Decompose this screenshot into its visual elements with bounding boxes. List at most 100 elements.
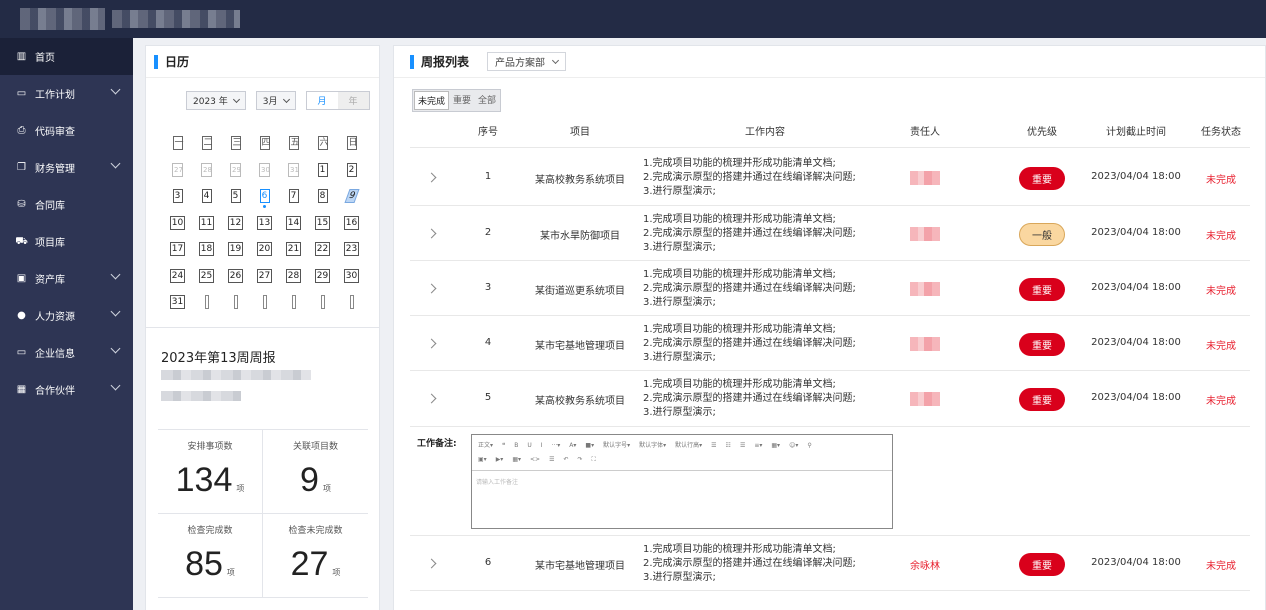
calendar-day[interactable]: [250, 289, 279, 316]
editor-tool-button[interactable]: ⛶: [592, 456, 596, 463]
editor-tool-button[interactable]: 默认字号▾: [603, 442, 630, 449]
calendar-day[interactable]: 6: [250, 183, 279, 210]
table-row[interactable]: 5 某高校教务系统项目 1.完成项目功能的梳理并形成功能清单文档; 2.完成演示原型的…: [410, 371, 1250, 427]
sidebar-item-8[interactable]: ▭ 企业信息: [0, 334, 133, 371]
calendar-day[interactable]: 22: [308, 236, 337, 263]
calendar-day[interactable]: 26: [221, 263, 250, 290]
day-label: 21: [285, 242, 302, 257]
calendar-day[interactable]: [279, 289, 308, 316]
calendar-day[interactable]: 15: [308, 210, 337, 237]
calendar-day[interactable]: 16: [337, 210, 366, 237]
calendar-day[interactable]: 28: [192, 157, 221, 184]
calendar-day[interactable]: 2: [337, 157, 366, 184]
view-month-button[interactable]: 月: [307, 92, 338, 109]
calendar-day[interactable]: 29: [308, 263, 337, 290]
calendar-day[interactable]: 7: [279, 183, 308, 210]
month-select[interactable]: 3月: [255, 91, 296, 110]
year-select[interactable]: 2023 年: [186, 91, 246, 110]
editor-tool-button[interactable]: ☰: [711, 442, 716, 449]
calendar-day[interactable]: 11: [192, 210, 221, 237]
calendar-day[interactable]: [308, 289, 337, 316]
editor-tool-button[interactable]: A▾: [569, 442, 576, 449]
calendar-day[interactable]: 30: [250, 157, 279, 184]
editor-tool-button[interactable]: ↶: [563, 456, 568, 463]
calendar-day[interactable]: 3: [163, 183, 192, 210]
sidebar-item-9[interactable]: ▦ 合作伙伴: [0, 371, 133, 408]
editor-tool-button[interactable]: ☰: [549, 456, 554, 463]
calendar-day[interactable]: 12: [221, 210, 250, 237]
calendar-day[interactable]: 9: [337, 183, 366, 210]
calendar-day[interactable]: 1: [308, 157, 337, 184]
editor-tool-button[interactable]: ⚲: [807, 442, 811, 449]
editor-tool-button[interactable]: ↷: [578, 456, 583, 463]
calendar-day[interactable]: [337, 289, 366, 316]
editor-tool-button[interactable]: 正文▾: [478, 442, 493, 449]
editor-tool-button[interactable]: ❝: [502, 442, 505, 449]
editor-tool-button[interactable]: ▦▾: [512, 456, 521, 463]
calendar-day[interactable]: 20: [250, 236, 279, 263]
filter-tab[interactable]: 未完成: [414, 91, 450, 110]
sidebar-item-5[interactable]: ⛟ 项目库: [0, 223, 133, 260]
calendar-day[interactable]: 24: [163, 263, 192, 290]
chevron-right-icon[interactable]: [426, 228, 437, 238]
sidebar-item-4[interactable]: ⛁ 合同库: [0, 186, 133, 223]
calendar-day[interactable]: 13: [250, 210, 279, 237]
calendar-day[interactable]: 31: [279, 157, 308, 184]
calendar-day[interactable]: 25: [192, 263, 221, 290]
calendar-day[interactable]: [221, 289, 250, 316]
editor-tool-button[interactable]: ▦▾: [771, 442, 780, 449]
chevron-right-icon[interactable]: [426, 393, 437, 404]
table-row[interactable]: 6 某市宅基地管理项目 1.完成项目功能的梳理并形成功能清单文档; 2.完成演示原型的…: [410, 536, 1250, 591]
editor-tool-button[interactable]: ☰: [740, 442, 745, 449]
calendar-day[interactable]: 29: [221, 157, 250, 184]
calendar-day[interactable]: 4: [192, 183, 221, 210]
calendar-day[interactable]: [192, 289, 221, 316]
editor-tool-button[interactable]: ▶▾: [496, 456, 504, 463]
view-year-button[interactable]: 年: [337, 92, 369, 109]
calendar-day[interactable]: 31: [163, 289, 192, 316]
table-row[interactable]: 2 某市水旱防御项目 1.完成项目功能的梳理并形成功能清单文档; 2.完成演示原型的搭…: [410, 206, 1250, 261]
calendar-day[interactable]: 17: [163, 236, 192, 263]
sidebar-item-6[interactable]: ▣ 资产库: [0, 260, 133, 297]
editor-tool-button[interactable]: <>: [530, 456, 540, 463]
sidebar-item-1[interactable]: ▭ 工作计划: [0, 75, 133, 112]
table-row[interactable]: 1 某高校教务系统项目 1.完成项目功能的梳理并形成功能清单文档; 2.完成演示原型的…: [410, 149, 1250, 206]
calendar-day[interactable]: 5: [221, 183, 250, 210]
calendar-day[interactable]: 30: [337, 263, 366, 290]
calendar-day[interactable]: 23: [337, 236, 366, 263]
remark-input[interactable]: 请输入工作备注: [472, 471, 892, 492]
sidebar-item-2[interactable]: ⎙ 代码审查: [0, 112, 133, 149]
calendar-day[interactable]: 18: [192, 236, 221, 263]
chevron-right-icon[interactable]: [426, 558, 437, 568]
filter-tab[interactable]: 全部: [475, 91, 499, 110]
editor-tool-button[interactable]: U: [527, 442, 531, 449]
table-row[interactable]: 4 某市宅基地管理项目 1.完成项目功能的梳理并形成功能清单文档; 2.完成演示原型的…: [410, 316, 1250, 371]
chevron-right-icon[interactable]: [426, 172, 437, 182]
calendar-day[interactable]: 27: [163, 157, 192, 184]
calendar-day[interactable]: 8: [308, 183, 337, 210]
sidebar-item-3[interactable]: ❐ 财务管理: [0, 149, 133, 186]
editor-tool-button[interactable]: B: [514, 442, 518, 449]
editor-tool-button[interactable]: ■▾: [585, 442, 594, 449]
chevron-right-icon[interactable]: [426, 338, 437, 348]
editor-tool-button[interactable]: ☷: [726, 442, 731, 449]
editor-tool-button[interactable]: ☺▾: [789, 442, 798, 449]
calendar-day[interactable]: 21: [279, 236, 308, 263]
calendar-day[interactable]: 10: [163, 210, 192, 237]
chevron-right-icon[interactable]: [426, 283, 437, 293]
calendar-day[interactable]: 27: [250, 263, 279, 290]
sidebar-item-7[interactable]: ● 人力资源: [0, 297, 133, 334]
department-select[interactable]: 产品方案部: [487, 52, 567, 71]
editor-tool-button[interactable]: 默认字体▾: [639, 442, 666, 449]
editor-tool-button[interactable]: 默认行高▾: [675, 442, 702, 449]
calendar-day[interactable]: 19: [221, 236, 250, 263]
sidebar-item-0[interactable]: ▥ 首页: [0, 38, 133, 75]
calendar-day[interactable]: 28: [279, 263, 308, 290]
calendar-day[interactable]: 14: [279, 210, 308, 237]
editor-tool-button[interactable]: I: [541, 442, 543, 449]
table-row[interactable]: 3 某街道巡更系统项目 1.完成项目功能的梳理并形成功能清单文档; 2.完成演示原型的…: [410, 261, 1250, 316]
editor-tool-button[interactable]: ▣▾: [478, 456, 487, 463]
editor-tool-button[interactable]: ≡▾: [754, 442, 762, 449]
editor-tool-button[interactable]: ···▾: [552, 442, 561, 449]
filter-tab[interactable]: 重要: [450, 91, 474, 110]
